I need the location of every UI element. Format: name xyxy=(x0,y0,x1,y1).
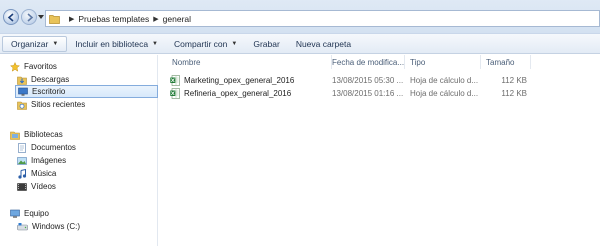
nav-label: Imágenes xyxy=(31,156,67,165)
command-bar: Organizar ▼ Incluir en biblioteca ▼ Comp… xyxy=(0,34,600,54)
file-name-cell: Refineria_opex_general_2016 xyxy=(170,87,325,100)
breadcrumb-separator-icon[interactable]: ▶ xyxy=(153,15,158,23)
forward-button[interactable] xyxy=(21,9,37,25)
back-button[interactable] xyxy=(3,9,19,25)
chevron-down-icon: ▼ xyxy=(231,40,238,47)
arrow-right-icon xyxy=(27,13,34,22)
file-name: Refineria_opex_general_2016 xyxy=(184,89,292,98)
column-label: Tipo xyxy=(410,57,426,67)
burn-button[interactable]: Grabar xyxy=(245,36,287,52)
videos-icon xyxy=(17,182,27,191)
recent-places-icon xyxy=(17,101,27,110)
nav-label: Equipo xyxy=(24,209,49,218)
nav-desktop[interactable]: Escritorio xyxy=(15,85,158,98)
nav-pictures[interactable]: Imágenes xyxy=(17,154,66,167)
nav-label: Windows (C:) xyxy=(32,222,81,231)
nav-music[interactable]: Música xyxy=(17,167,56,180)
downloads-folder-icon xyxy=(17,76,27,85)
pictures-icon xyxy=(17,156,27,165)
breadcrumb-item[interactable]: general xyxy=(163,14,191,24)
nav-libraries[interactable]: Bibliotecas xyxy=(10,128,63,141)
column-header-modified[interactable]: Fecha de modifica... xyxy=(327,55,405,69)
breadcrumb-separator-icon[interactable]: ▶ xyxy=(69,15,74,23)
address-row: ▶ Pruebas templates ▶ general xyxy=(0,0,600,34)
share-button[interactable]: Compartir con ▼ xyxy=(166,36,245,52)
arrow-left-icon xyxy=(7,13,14,22)
desktop-icon xyxy=(18,87,28,96)
new-folder-label: Nueva carpeta xyxy=(295,38,352,49)
chevron-down-icon: ▼ xyxy=(52,40,59,47)
organize-button[interactable]: Organizar ▼ xyxy=(2,35,68,52)
file-row[interactable]: Refineria_opex_general_2016 13/08/2015 0… xyxy=(159,87,600,100)
folder-icon xyxy=(49,14,60,24)
file-row[interactable]: Marketing_opex_general_2016 13/08/2015 0… xyxy=(159,74,600,87)
music-icon xyxy=(18,168,27,179)
nav-favorites[interactable]: Favoritos xyxy=(10,60,57,73)
new-folder-button[interactable]: Nueva carpeta xyxy=(288,36,359,52)
excel-file-icon xyxy=(170,88,180,99)
address-bar[interactable]: ▶ Pruebas templates ▶ general xyxy=(45,10,600,27)
nav-label: Vídeos xyxy=(31,182,56,191)
star-icon xyxy=(10,61,20,72)
share-label: Compartir con xyxy=(174,38,228,49)
nav-computer[interactable]: Equipo xyxy=(10,207,49,220)
recent-pages-dropdown-icon[interactable] xyxy=(38,15,44,19)
file-modified: 13/08/2015 05:30 ... xyxy=(332,76,404,85)
nav-label: Sitios recientes xyxy=(31,100,86,109)
column-header-size[interactable]: Tamaño xyxy=(481,55,531,69)
nav-label: Escritorio xyxy=(32,87,66,96)
libraries-icon xyxy=(10,131,20,140)
nav-label: Descargas xyxy=(31,75,70,84)
column-header-name[interactable]: Nombre xyxy=(167,55,332,69)
column-label: Nombre xyxy=(172,57,201,67)
nav-videos[interactable]: Vídeos xyxy=(17,180,56,193)
file-name: Marketing_opex_general_2016 xyxy=(184,76,295,85)
file-type: Hoja de cálculo d... xyxy=(410,89,479,98)
burn-label: Grabar xyxy=(253,38,280,49)
excel-file-icon xyxy=(170,75,180,86)
file-size: 112 KB xyxy=(501,76,527,85)
nav-drive-c[interactable]: Windows (C:) xyxy=(17,220,80,233)
column-label: Fecha de modifica... xyxy=(332,57,405,67)
nav-label: Bibliotecas xyxy=(24,130,63,139)
navigation-pane: Favoritos Descargas Escritorio Sitios re… xyxy=(0,55,158,246)
file-type: Hoja de cálculo d... xyxy=(410,76,479,85)
nav-recent-places[interactable]: Sitios recientes xyxy=(17,98,85,111)
breadcrumb-item[interactable]: Pruebas templates xyxy=(78,14,149,24)
include-library-button[interactable]: Incluir en biblioteca ▼ xyxy=(67,36,166,52)
organize-label: Organizar xyxy=(11,38,49,49)
file-name-cell: Marketing_opex_general_2016 xyxy=(170,74,325,87)
file-list: Nombre Fecha de modifica... Tipo Tamaño … xyxy=(159,55,600,246)
file-size: 112 KB xyxy=(501,89,527,98)
documents-icon xyxy=(18,142,26,153)
column-header-row: Nombre Fecha de modifica... Tipo Tamaño xyxy=(159,55,600,69)
column-header-type[interactable]: Tipo xyxy=(405,55,481,69)
nav-label: Música xyxy=(31,169,57,178)
file-modified: 13/08/2015 01:16 ... xyxy=(332,89,404,98)
column-label: Tamaño xyxy=(486,57,515,67)
chevron-down-icon: ▼ xyxy=(152,40,158,47)
include-library-label: Incluir en biblioteca xyxy=(75,38,149,49)
nav-documents[interactable]: Documentos xyxy=(17,141,76,154)
nav-label: Favoritos xyxy=(24,62,57,71)
nav-label: Documentos xyxy=(31,143,76,152)
computer-icon xyxy=(10,209,20,218)
hard-drive-icon xyxy=(17,222,28,230)
